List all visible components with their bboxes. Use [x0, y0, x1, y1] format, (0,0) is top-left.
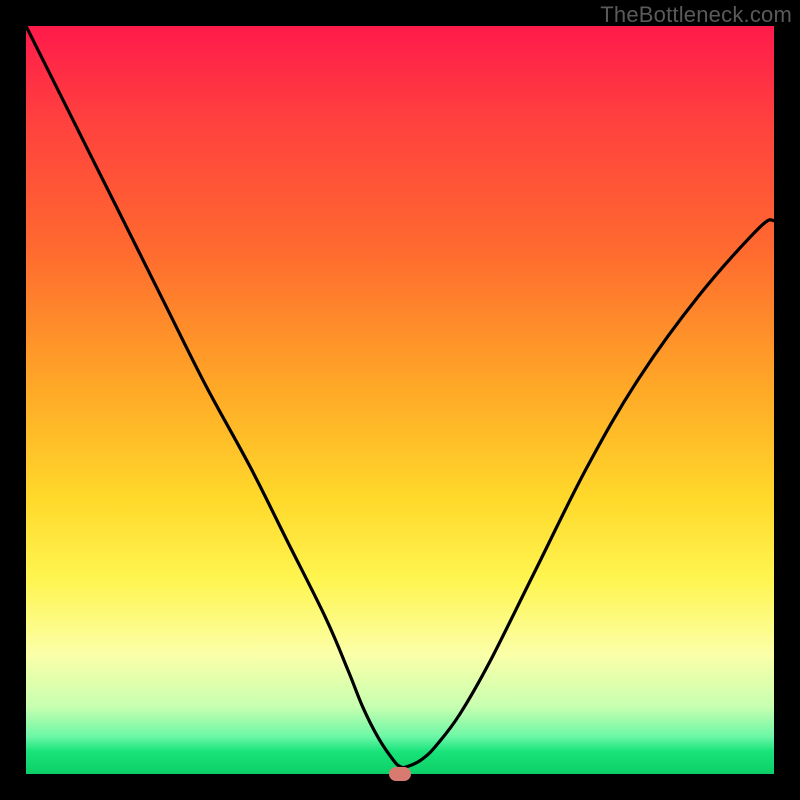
watermark-text: TheBottleneck.com — [600, 2, 792, 28]
chart-frame: TheBottleneck.com — [0, 0, 800, 800]
minimum-marker — [389, 767, 411, 781]
bottleneck-curve — [26, 26, 774, 774]
plot-area — [26, 26, 774, 774]
